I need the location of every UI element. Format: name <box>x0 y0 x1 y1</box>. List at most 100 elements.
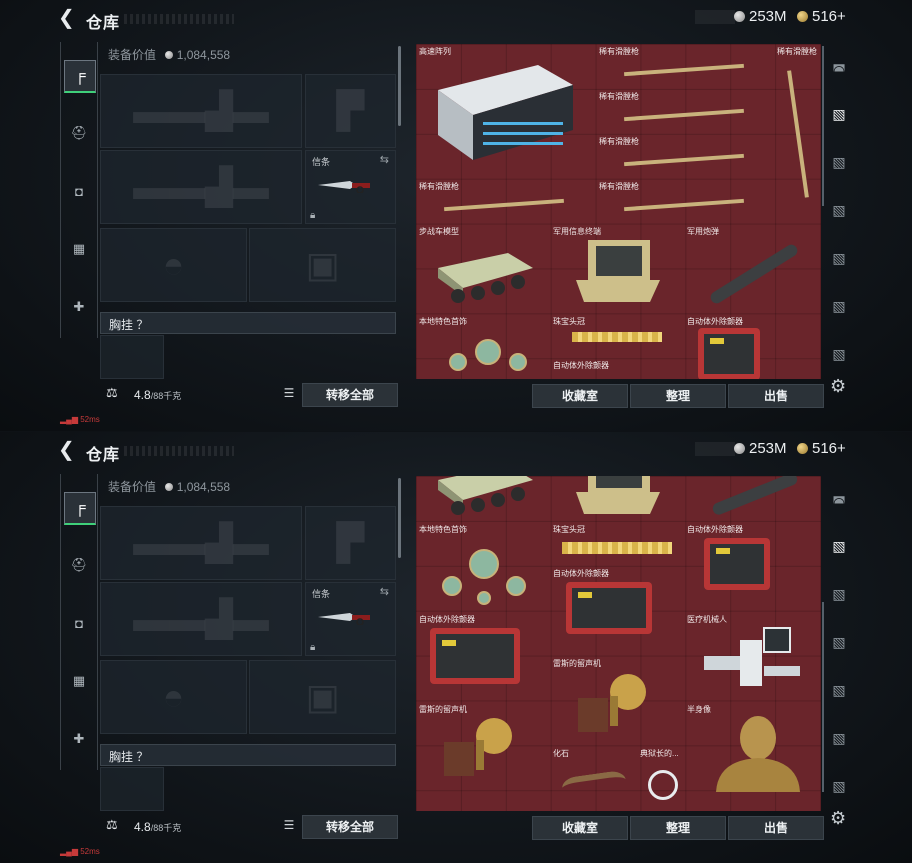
storage-tab-1-icon[interactable]: ▧ <box>826 538 852 560</box>
transfer-all-button[interactable]: 转移全部 <box>302 815 398 839</box>
item-medical-robot[interactable]: 医疗机械人 <box>684 612 820 702</box>
item-military-terminal[interactable] <box>550 476 684 520</box>
storage-tab-6-icon[interactable]: ▧ <box>826 778 852 800</box>
storage-tab-2-icon[interactable]: ▧ <box>826 586 852 608</box>
pistol-icon[interactable]: ╒ <box>64 492 96 525</box>
medkit-icon[interactable]: ✚ <box>64 292 94 322</box>
backpack-icon[interactable]: ◘ <box>64 176 94 206</box>
item-military-shell[interactable]: 军用炮弹 <box>684 224 820 314</box>
helmet-slot[interactable]: ◓ <box>100 228 247 302</box>
item-gramophone[interactable]: 雷斯的留声机 <box>416 702 550 792</box>
sidearm-slot[interactable]: ▛ <box>305 74 396 148</box>
item-military-shell[interactable] <box>684 476 820 520</box>
item-military-terminal[interactable]: 军用信息终端 <box>550 224 684 314</box>
lock-icon: 🔒︎ <box>310 642 316 653</box>
knife-slot[interactable]: 信条 ⇆ 🔒︎ <box>305 582 396 656</box>
sell-button[interactable]: 出售 <box>728 384 824 408</box>
swap-icon[interactable]: ⇆ <box>380 153 389 166</box>
collection-button[interactable]: 收藏室 <box>532 384 628 408</box>
item-aed[interactable]: 自动体外除颤器 <box>550 358 684 379</box>
equipment-value-label: 装备价值 <box>108 48 157 62</box>
item-musket[interactable]: 稀有滑膛枪 <box>416 179 594 223</box>
pistol-icon[interactable]: ╒ <box>64 60 96 93</box>
grid-scrollbar[interactable] <box>822 602 824 792</box>
item-aed[interactable]: 自动体外除颤器 <box>416 612 550 702</box>
safe-box-icon[interactable]: ◚ <box>826 494 852 516</box>
item-gramophone[interactable]: 雷斯的留声机 <box>550 656 684 746</box>
helmet-slot[interactable]: ◓ <box>100 660 247 734</box>
item-ifv-model[interactable] <box>416 476 550 520</box>
chest-rig-slot[interactable] <box>100 335 164 379</box>
list-icon[interactable]: ☰ <box>280 384 298 402</box>
sort-button[interactable]: 整理 <box>630 816 726 840</box>
collection-button[interactable]: 收藏室 <box>532 816 628 840</box>
vest-icon[interactable]: ▦ <box>64 234 94 264</box>
storage-grid[interactable]: 本地特色首饰 珠宝头冠 自动体外除颤器 自动体外除颤器 自动体外除颤器 医疗机械… <box>416 476 821 811</box>
primary-weapon-slot[interactable]: ▬▬▟▬ <box>100 506 302 580</box>
storage-tab-1-icon[interactable]: ▧ <box>826 106 852 128</box>
signal-icon: ▂▄▆ <box>60 847 81 856</box>
chest-rig-header[interactable]: 胸挂 ？ <box>100 744 396 766</box>
storage-tab-6-icon[interactable]: ▧ <box>826 346 852 368</box>
item-local-jewelry[interactable]: 本地特色首饰 <box>416 314 550 379</box>
storage-tab-4-icon[interactable]: ▧ <box>826 682 852 704</box>
primary-weapon-slot[interactable]: ▬▬▟▬ <box>100 74 302 148</box>
item-bust[interactable]: 半身像 <box>684 702 820 792</box>
safe-box-icon[interactable]: ◚ <box>826 62 852 84</box>
list-icon[interactable]: ☰ <box>280 816 298 834</box>
item-local-jewelry[interactable]: 本地特色首饰 <box>416 522 550 612</box>
chest-rig-slot[interactable] <box>100 767 164 811</box>
item-aed[interactable]: 自动体外除颤器 <box>684 314 820 379</box>
item-ifv-model[interactable]: 步战车模型 <box>416 224 550 314</box>
armor-slot[interactable]: ▣ <box>249 228 396 302</box>
item-label: 稀有滑膛枪 <box>419 182 459 191</box>
chest-rig-header[interactable]: 胸挂 ？ <box>100 312 396 334</box>
equipment-scrollbar[interactable] <box>398 478 401 558</box>
silver-coin-icon <box>165 483 174 491</box>
storage-tab-2-icon[interactable]: ▧ <box>826 154 852 176</box>
currency-gold[interactable]: 516+ <box>797 440 846 457</box>
helmet-icon[interactable]: ⛑ <box>64 550 94 580</box>
back-arrow-icon[interactable]: ❮ <box>58 8 75 28</box>
currency-gold[interactable]: 516+ <box>797 8 846 25</box>
sell-button[interactable]: 出售 <box>728 816 824 840</box>
item-jewel-crown[interactable]: 珠宝头冠 <box>550 522 684 566</box>
storage-tab-3-icon[interactable]: ▧ <box>826 634 852 656</box>
secondary-weapon-slot[interactable]: ▬▬▟▬ <box>100 150 302 224</box>
equipment-scrollbar[interactable] <box>398 46 401 126</box>
storage-tab-5-icon[interactable]: ▧ <box>826 730 852 752</box>
item-aed[interactable]: 自动体外除颤器 <box>550 566 684 656</box>
item-musket[interactable]: 稀有滑膛枪 <box>596 179 774 223</box>
item-musket[interactable]: 稀有滑膛枪 <box>596 44 774 88</box>
military-shell-icon <box>711 476 799 517</box>
medkit-icon[interactable]: ✚ <box>64 724 94 754</box>
gear-icon[interactable]: ⚙ <box>830 808 846 829</box>
item-server-array[interactable]: 高速阵列 <box>416 44 596 160</box>
helmet-icon[interactable]: ⛑ <box>64 118 94 148</box>
knife-slot[interactable]: 信条 ⇆ 🔒︎ <box>305 150 396 224</box>
item-warden[interactable]: 典狱长的... <box>640 746 684 811</box>
secondary-weapon-slot[interactable]: ▬▬▟▬ <box>100 582 302 656</box>
item-musket[interactable]: 稀有滑膛枪 <box>596 134 774 178</box>
backpack-icon[interactable]: ◘ <box>64 608 94 638</box>
vest-icon[interactable]: ▦ <box>64 666 94 696</box>
back-arrow-icon[interactable]: ❮ <box>58 440 75 460</box>
item-fossil[interactable]: 化石 <box>550 746 640 811</box>
gear-icon[interactable]: ⚙ <box>830 376 846 397</box>
swap-icon[interactable]: ⇆ <box>380 585 389 598</box>
sidearm-slot[interactable]: ▛ <box>305 506 396 580</box>
storage-tab-5-icon[interactable]: ▧ <box>826 298 852 320</box>
armor-slot[interactable]: ▣ <box>249 660 396 734</box>
item-musket-vertical[interactable]: 稀有滑膛枪 <box>774 44 820 222</box>
musket-icon <box>787 70 809 198</box>
pistol-silhouette-icon: ▛ <box>336 522 365 563</box>
storage-tab-3-icon[interactable]: ▧ <box>826 202 852 224</box>
storage-tab-4-icon[interactable]: ▧ <box>826 250 852 272</box>
grid-scrollbar[interactable] <box>822 46 824 206</box>
transfer-all-button[interactable]: 转移全部 <box>302 383 398 407</box>
sort-button[interactable]: 整理 <box>630 384 726 408</box>
item-musket[interactable]: 稀有滑膛枪 <box>596 89 774 133</box>
storage-grid[interactable]: 高速阵列 稀有滑膛枪 稀有滑膛枪 稀有滑膛枪 稀有滑膛枪 稀有滑膛枪 稀有滑膛枪… <box>416 44 821 379</box>
item-aed[interactable]: 自动体外除颤器 <box>684 522 820 612</box>
item-jewel-crown[interactable]: 珠宝头冠 <box>550 314 684 358</box>
